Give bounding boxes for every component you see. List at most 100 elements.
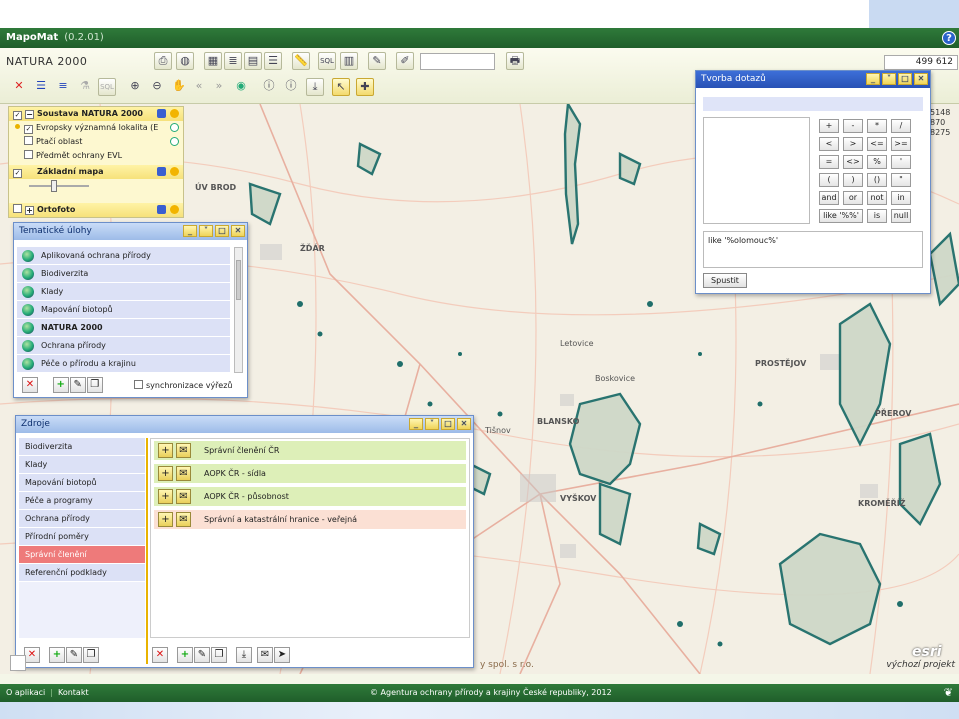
key-quote[interactable]: ' (891, 155, 911, 169)
zoom-in-icon[interactable]: ⊕ (126, 78, 144, 96)
list-icon[interactable]: ☰ (32, 78, 50, 96)
edit-pencil-icon[interactable]: ✎ (368, 52, 386, 70)
list-item[interactable]: Mapování biotopů (17, 301, 230, 319)
source-item[interactable]: + ✉ AOPK ČR - působnost (154, 487, 466, 506)
sun-icon[interactable] (170, 205, 179, 214)
category-item[interactable]: Biodiverzita (19, 438, 145, 456)
source-info-icon[interactable]: ✉ (176, 512, 191, 527)
category-item[interactable]: Péče a programy (19, 492, 145, 510)
window-titlebar[interactable]: Tematické úlohy _ ˅ □ ✕ (14, 223, 247, 240)
category-item[interactable]: Klady (19, 456, 145, 474)
close-button[interactable]: ✕ (231, 225, 245, 237)
key-greater-equal[interactable]: >= (891, 137, 911, 151)
zoom-out-icon[interactable]: ⊖ (148, 78, 166, 96)
key-in[interactable]: in (891, 191, 911, 205)
contact-link[interactable]: Kontakt (58, 688, 89, 697)
category-item-selected[interactable]: Správní členění (19, 546, 145, 564)
back-icon[interactable]: « (190, 78, 208, 96)
layer-item-evl[interactable]: ✓ Evropsky významná lokalita (E (9, 121, 183, 135)
collapse-button[interactable]: ˅ (425, 418, 439, 430)
key-not[interactable]: not (867, 191, 887, 205)
source-info-icon[interactable]: ✉ (176, 466, 191, 481)
layer-group-zakladni[interactable]: ✓ Základní mapa (9, 165, 183, 179)
sync-checkbox[interactable] (134, 380, 143, 389)
pan-hand-icon[interactable]: ✋ (170, 78, 188, 96)
minimize-button[interactable]: _ (183, 225, 197, 237)
key-like[interactable]: like '%%' (819, 209, 863, 223)
copy-button[interactable]: ❐ (211, 647, 227, 663)
list-item[interactable]: Péče o přírodu a krajinu (17, 355, 230, 373)
list-item[interactable]: Aplikovaná ochrana přírody (17, 247, 230, 265)
legend-icon[interactable] (157, 205, 166, 214)
add-source-icon[interactable]: + (158, 466, 173, 481)
globe-settings-icon[interactable]: ◍ (176, 52, 194, 70)
draw-feature-icon[interactable]: ✐ (396, 52, 414, 70)
layer-item-ptaci[interactable]: Ptačí oblast (9, 135, 183, 149)
add-button[interactable]: + (52, 377, 69, 393)
run-query-button[interactable]: Spustit (703, 273, 747, 288)
scrollbar[interactable] (234, 247, 243, 373)
key-divide[interactable]: / (891, 119, 911, 133)
key-or[interactable]: or (843, 191, 863, 205)
layer-checkbox[interactable]: ✓ (24, 125, 33, 134)
list-item[interactable]: NATURA 2000 (17, 319, 230, 337)
window-titlebar[interactable]: Zdroje _ ˅ □ ✕ (16, 416, 473, 433)
key-is[interactable]: is (867, 209, 887, 223)
sql-disabled-icon[interactable]: SQL (98, 78, 116, 96)
import-icon[interactable]: ⤓ (236, 647, 252, 663)
key-equal[interactable]: = (819, 155, 839, 169)
print-map-icon[interactable]: ⎙ (154, 52, 172, 70)
edit-button[interactable]: ✎ (194, 647, 210, 663)
map-book-icon[interactable]: ▤ (244, 52, 262, 70)
list-item[interactable]: Ochrana přírody (17, 337, 230, 355)
expand-icon[interactable]: + (25, 206, 34, 215)
key-multiply[interactable]: * (867, 119, 887, 133)
measure-icon[interactable]: 📏 (292, 52, 310, 70)
edit-button[interactable]: ✎ (69, 377, 86, 393)
source-info-icon[interactable]: ✉ (176, 489, 191, 504)
identify-icon[interactable]: ⓘ (260, 78, 278, 96)
layers-grid-icon[interactable]: ▦ (204, 52, 222, 70)
key-greater[interactable]: > (843, 137, 863, 151)
scrollbar-thumb[interactable] (236, 260, 241, 300)
sql-query-icon[interactable]: SQL (318, 52, 336, 70)
key-open-paren[interactable]: ( (819, 173, 839, 187)
key-null[interactable]: null (891, 209, 911, 223)
remove-button[interactable]: ✕ (152, 647, 168, 663)
category-item[interactable]: Ochrana přírody (19, 510, 145, 528)
remove-button[interactable]: ✕ (24, 647, 40, 663)
forward-icon[interactable]: » (210, 78, 228, 96)
minimize-button[interactable]: _ (409, 418, 423, 430)
printer-icon[interactable]: 🖶 (506, 52, 524, 70)
legend-icon[interactable] (157, 109, 166, 118)
copy-button[interactable]: ❐ (83, 647, 99, 663)
list-indent-icon[interactable]: ≡ (54, 78, 72, 96)
help-button[interactable]: ? (942, 31, 956, 45)
window-titlebar[interactable]: Tvorba dotazů _ ˅ □ ✕ (696, 71, 930, 88)
about-link[interactable]: O aplikaci (6, 688, 45, 697)
layer-group-ortofoto[interactable]: + Ortofoto (9, 203, 183, 217)
legend-icon[interactable] (157, 167, 166, 176)
close-button[interactable]: ✕ (914, 73, 928, 85)
add-button[interactable]: + (49, 647, 65, 663)
clear-icon[interactable]: ✕ (10, 78, 28, 96)
key-plus[interactable]: + (819, 119, 839, 133)
field-values-list[interactable] (703, 117, 810, 224)
layer-group-natura[interactable]: ✓ − Soustava NATURA 2000 (9, 107, 183, 121)
layer-checkbox[interactable]: ✓ (13, 111, 22, 120)
search-input[interactable] (420, 53, 495, 70)
export-icon[interactable]: ⤓ (306, 78, 324, 96)
key-minus[interactable]: - (843, 119, 863, 133)
scale-input[interactable]: 499 612 (884, 55, 958, 70)
collapse-icon[interactable]: − (25, 110, 34, 119)
table-icon[interactable]: ▥ (340, 52, 358, 70)
legend-icon[interactable]: ☰ (264, 52, 282, 70)
splitter[interactable] (146, 438, 148, 664)
remove-button[interactable]: ✕ (22, 377, 38, 393)
copy-button[interactable]: ❐ (86, 377, 103, 393)
export-icon[interactable]: ✉ (257, 647, 273, 663)
key-close-paren[interactable]: ) (843, 173, 863, 187)
send-icon[interactable]: ➤ (274, 647, 290, 663)
key-percent[interactable]: % (867, 155, 887, 169)
info-icon[interactable] (170, 123, 179, 132)
